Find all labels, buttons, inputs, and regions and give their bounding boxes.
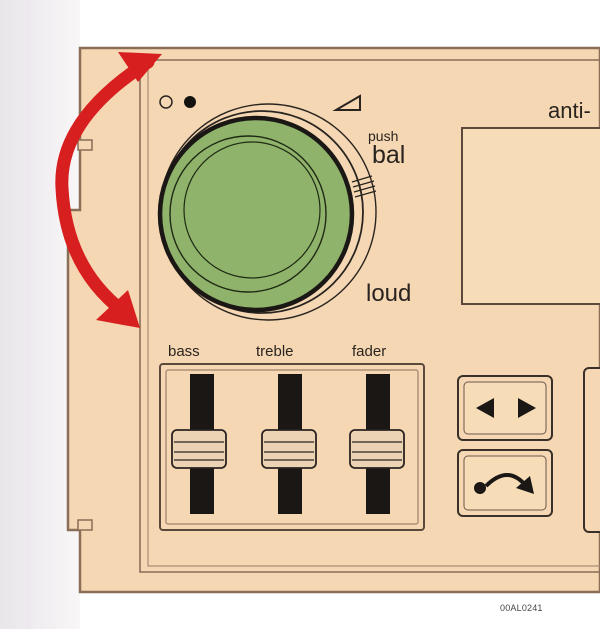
treble-slider-label: treble	[256, 343, 294, 360]
radio-front-panel-diagram: anti- push bal loud bass treble fader 00…	[0, 0, 600, 629]
treble-slider-cap[interactable]	[261, 429, 317, 469]
display-window	[461, 127, 600, 305]
display-label: anti-	[548, 98, 591, 123]
bass-slider-cap[interactable]	[171, 429, 227, 469]
fader-slider-cap[interactable]	[349, 429, 405, 469]
next-button[interactable]	[457, 449, 553, 517]
balance-label: bal	[372, 141, 406, 169]
indicator-dot-filled	[184, 96, 196, 108]
partial-right-button[interactable]	[583, 367, 600, 533]
fader-slider-label: fader	[352, 343, 387, 360]
bass-slider-label: bass	[168, 343, 200, 360]
loudness-label: loud	[366, 280, 412, 307]
seek-button[interactable]	[457, 375, 553, 441]
figure-code: 00AL0241	[500, 603, 543, 613]
